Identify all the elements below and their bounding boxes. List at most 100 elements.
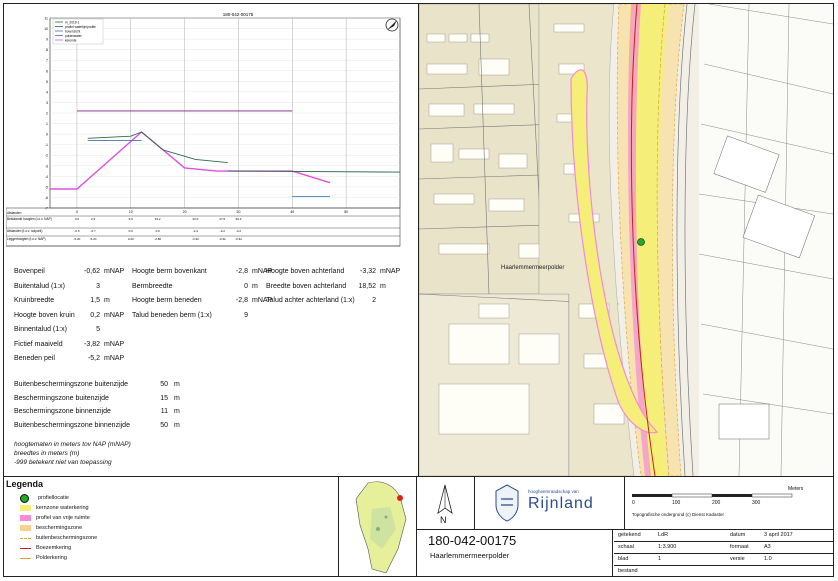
param-unit: mNAP <box>380 268 401 275</box>
table-cell: 30.4 <box>236 217 242 221</box>
meta-label: formaat <box>730 544 749 550</box>
param-label: Hoogte boven achterland <box>266 268 345 275</box>
legend-label: profiel van vrije ruimte <box>36 515 90 521</box>
scale-label: 0 <box>632 500 635 506</box>
param-value: 0,2 <box>90 311 100 319</box>
map-view[interactable]: Haarlemmermeerpolder <box>419 4 833 476</box>
y-tick-label: 8 <box>46 48 48 52</box>
legend-label: profiellocatie <box>38 495 69 501</box>
legend-item: beschermingszone <box>20 523 336 533</box>
zone-label: Beschermingszone binnenzijde <box>14 408 111 415</box>
y-tick-label: 2 <box>46 112 48 116</box>
legend-entry: bovenzicht <box>65 29 80 33</box>
footer-divider-3 <box>474 476 475 529</box>
zone-unit: m <box>174 408 180 415</box>
x-tick-label: 30 <box>237 210 241 214</box>
param-value: -5,2 <box>87 355 100 362</box>
legend-entry: profiel waterlijn/profile <box>65 25 96 29</box>
legend-item: buitenbeschermingszone <box>20 533 336 543</box>
footer-divider-5 <box>612 529 613 577</box>
param-unit: mNAP <box>104 311 125 319</box>
table-cell: -3.2 <box>236 229 242 233</box>
meta-value: 1 <box>658 556 662 562</box>
param-label: Hoogte boven kruin <box>14 311 75 319</box>
param-label: Hoogte berm bovenkant <box>132 268 207 275</box>
meta-label: versie <box>730 556 745 562</box>
scale-label: 100 <box>672 500 681 506</box>
table-row-label: Leggerhoogten (t.o.v. NAP) <box>7 237 46 241</box>
table-cell: -5.20 <box>90 237 97 241</box>
param-row: Talud beneden berm (1:x) 9 <box>132 312 272 327</box>
table-cell: 27.5 <box>219 217 225 221</box>
param-row: Beneden peil -5,2 mNAP <box>14 355 124 370</box>
zones-list: Buitenbeschermingszone buitenzijde 50 m Bes… <box>14 381 180 435</box>
scale-bar: 0 100 200 300 Meters Topografische ondergro… <box>628 481 832 527</box>
table-cell: -2.4 <box>193 229 199 233</box>
legend-swatch-icon <box>20 505 31 511</box>
table-cell: 0.0 <box>156 229 161 233</box>
legend-label: buitenbeschermingszone <box>36 535 98 541</box>
param-label: Binnentalud (1:x) <box>14 326 67 333</box>
y-tick-label: 1 <box>46 122 48 126</box>
legend-item: Polderkering <box>20 553 336 563</box>
meta-grid: getekend LdR datum 3 april 2017 schaal 1:3.90… <box>614 529 833 577</box>
param-row: Fictief maaiveld -3,82 mNAP <box>14 341 124 356</box>
param-unit: mNAP <box>104 268 125 275</box>
param-unit: m <box>252 282 258 290</box>
series-line <box>87 131 228 164</box>
table-cell: 2.9 <box>91 217 96 221</box>
legend-entry: kerende <box>65 38 77 42</box>
legend-box: m_2019-1profiel waterlijn/profilebovenzi… <box>52 18 104 45</box>
y-tick-label: 11 <box>44 17 48 21</box>
y-tick-label: -1 <box>45 143 48 147</box>
profile-chart: 180-042-00175 11109876543210-1-2-3-4-5-6… <box>5 12 401 247</box>
zone-unit: m <box>174 421 180 429</box>
y-tick-label: -2 <box>45 154 48 158</box>
meta-value: 1.0 <box>764 556 772 562</box>
param-label: Fictief maaiveld <box>14 340 63 348</box>
table-cell: -3.32 <box>235 237 242 241</box>
footer-divider-1 <box>338 476 339 577</box>
meta-value: A3 <box>764 544 771 550</box>
logo-name: Rijnland <box>528 495 594 512</box>
zone-label: Buitenbeschermingszone binnenzijde <box>14 421 130 429</box>
compass-icon <box>385 18 399 32</box>
param-row: Hoogte boven achterland -3,32 mNAP <box>266 268 400 283</box>
zone-value: 50 <box>160 421 168 429</box>
legend-label: Polderkering <box>36 555 67 561</box>
rijnland-logo: hoogheemraadschap van Rijnland <box>480 481 620 527</box>
y-tick-label: 10 <box>44 27 48 31</box>
meta-label: bestand <box>618 568 638 574</box>
param-row: Hoogte berm bovenkant -2,8 mNAP <box>132 268 272 283</box>
zone-label: Beschermingszone buitenzijde <box>14 394 109 402</box>
legend-item: kernzone waterkering <box>20 503 336 513</box>
legend-swatch-icon <box>20 557 31 559</box>
meta-label: blad <box>618 556 629 562</box>
x-ticks: 0 10 20 30 40 50 <box>76 210 348 214</box>
note-line: hoogtematen in meters tov NAP (mNAP) <box>14 441 131 448</box>
x-tick-label: 40 <box>290 210 294 214</box>
notes: hoogtematen in meters tov NAP (mNAP) bree… <box>14 440 131 467</box>
zone-value: 15 <box>160 394 168 402</box>
north-arrow-icon: N <box>420 479 470 529</box>
divider-footer <box>3 476 834 477</box>
param-value: 5 <box>96 326 100 333</box>
zone-row: Buitenbeschermingszone buitenzijde 50 m <box>14 381 180 395</box>
param-label: Talud achter achterland (1:x) <box>266 297 355 304</box>
legend-swatch-icon <box>20 525 31 531</box>
param-value: 2 <box>372 297 376 304</box>
x-tick-label: 10 <box>129 210 133 214</box>
zone-unit: m <box>174 394 180 402</box>
table-frame <box>5 207 401 247</box>
legend-entry: polderwater <box>65 34 83 38</box>
note-line: breedtes in meters (m) <box>14 450 80 457</box>
param-label: Breedte boven achterland <box>266 282 347 290</box>
param-label: Bermbreedte <box>132 282 173 290</box>
drawing-id: 180-042-00175 <box>428 533 517 548</box>
scale-label: 200 <box>712 500 721 506</box>
crest-icon <box>495 484 519 522</box>
scale-label: 300 <box>752 500 761 506</box>
legend-item: profiel van vrije ruimte <box>20 513 336 523</box>
table-cell: 0.0 <box>129 229 134 233</box>
location-marker-icon <box>397 495 403 501</box>
